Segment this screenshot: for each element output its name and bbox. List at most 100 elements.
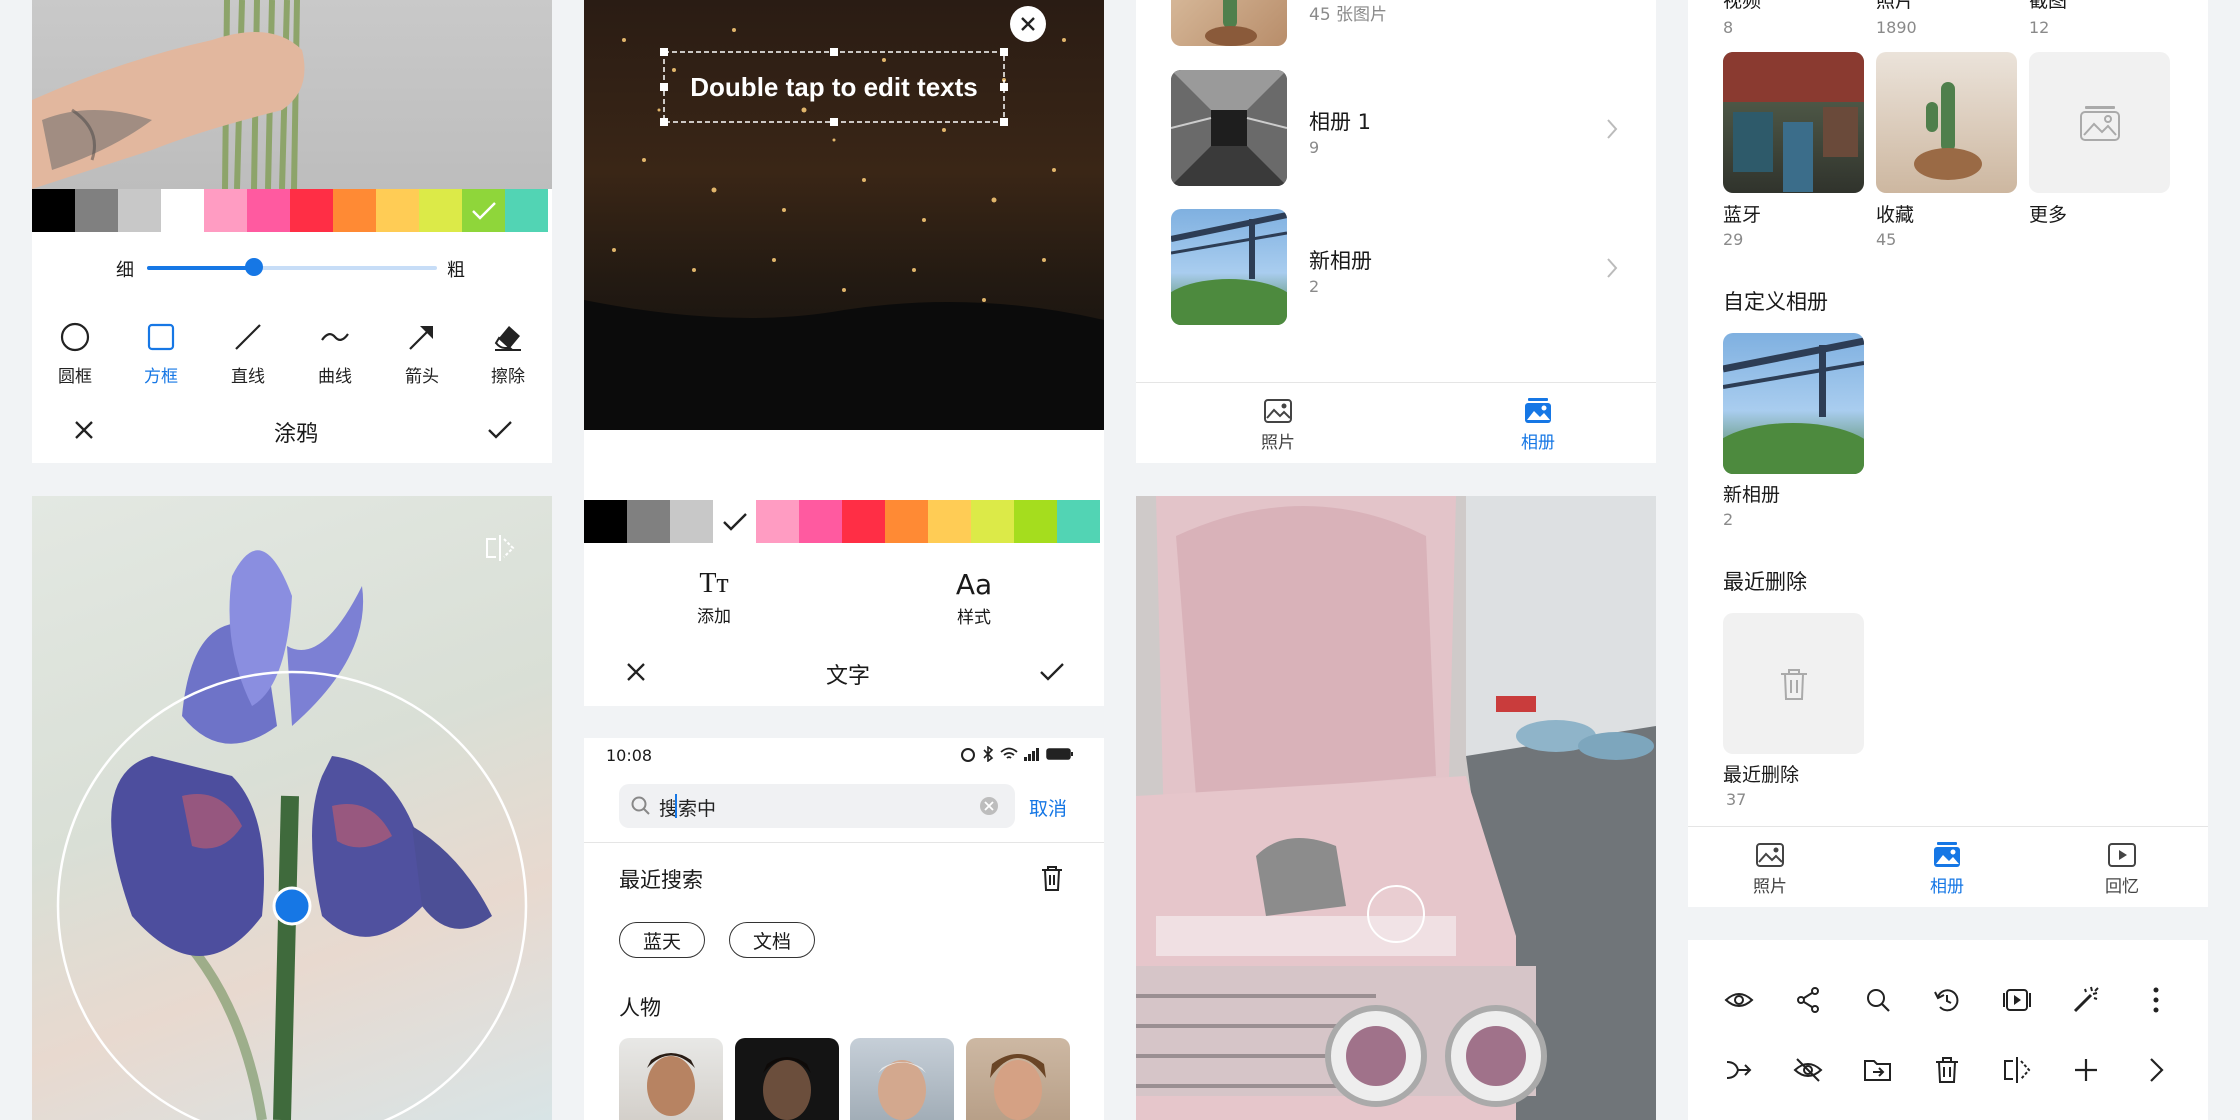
overlay-text[interactable]: Double tap to edit texts [664, 72, 1004, 103]
next-button[interactable] [2136, 1050, 2176, 1090]
color-swatch[interactable] [505, 189, 548, 232]
album-cover-new[interactable] [1723, 333, 1864, 474]
confirm-button[interactable] [480, 410, 520, 450]
album-count: 1890 [1876, 18, 1917, 37]
tool-curve[interactable]: 曲线 [300, 320, 370, 387]
tool-label: 擦除 [491, 367, 525, 387]
wifi-icon [1000, 747, 1018, 759]
restore-button[interactable] [1927, 980, 1967, 1020]
search-chip[interactable]: 蓝天 [619, 922, 705, 958]
color-swatch[interactable] [32, 189, 75, 232]
color-swatch[interactable] [928, 500, 971, 543]
compare-button[interactable] [1997, 1050, 2037, 1090]
close-icon [1021, 17, 1035, 31]
color-swatch[interactable] [419, 189, 462, 232]
search-query[interactable]: 搜索中 [659, 794, 716, 821]
tab-photos[interactable]: 照片 [1248, 398, 1308, 453]
view-button[interactable] [1719, 980, 1759, 1020]
album-cover-bluetooth[interactable] [1723, 52, 1864, 193]
color-swatch[interactable] [627, 500, 670, 543]
cactus-photo [1205, 0, 1257, 46]
color-swatch[interactable] [376, 189, 419, 232]
close-button[interactable] [64, 410, 104, 450]
delete-button[interactable] [1927, 1050, 1967, 1090]
search-field[interactable]: 搜索中 [619, 784, 1015, 828]
color-swatch[interactable] [118, 189, 161, 232]
brush-size-slider[interactable] [147, 258, 437, 276]
share-button[interactable] [1788, 980, 1828, 1020]
album-count: 2 [1309, 277, 1320, 296]
add-text-button[interactable]: Tт 添加 [674, 568, 754, 627]
color-swatch[interactable] [462, 189, 505, 232]
search-button[interactable] [1858, 980, 1898, 1020]
tab-label: 相册 [1930, 877, 1964, 897]
slideshow-icon [2003, 989, 2031, 1011]
tool-line[interactable]: 直线 [213, 320, 283, 387]
custom-albums-title: 自定义相册 [1723, 290, 1828, 314]
magic-wand-icon [2073, 986, 2099, 1013]
album-cover-deleted[interactable] [1723, 613, 1864, 754]
text-style-button[interactable]: Aa 样式 [934, 568, 1014, 628]
album-cover-more[interactable] [2029, 52, 2170, 193]
color-swatch[interactable] [247, 189, 290, 232]
eraser-icon [494, 326, 521, 351]
tool-square[interactable]: 方框 [126, 320, 196, 387]
color-swatch[interactable] [584, 500, 627, 543]
color-swatch[interactable] [75, 189, 118, 232]
color-swatch[interactable] [1057, 500, 1100, 543]
text-title: 文字 [826, 664, 871, 689]
text-add-icon: Tт [699, 568, 729, 599]
color-swatch[interactable] [971, 500, 1014, 543]
person-thumbnail[interactable] [735, 1038, 839, 1120]
color-swatch[interactable] [670, 500, 713, 543]
tab-albums[interactable]: 相册 [1508, 398, 1568, 453]
color-swatch[interactable] [885, 500, 928, 543]
color-swatch[interactable] [842, 500, 885, 543]
delete-text-button[interactable] [1010, 6, 1046, 42]
move-button[interactable] [1858, 1050, 1898, 1090]
person-photo [763, 1057, 811, 1120]
brush-size-knob[interactable] [245, 258, 264, 276]
person-thumbnail[interactable] [966, 1038, 1070, 1120]
clear-history-button[interactable] [1032, 858, 1072, 898]
add-button[interactable] [2066, 1050, 2106, 1090]
add-icon [2075, 1059, 2097, 1081]
album-cover-favorites[interactable] [1876, 52, 2017, 193]
color-swatch[interactable] [713, 500, 756, 543]
tab-photos[interactable]: 照片 [1740, 842, 1800, 897]
slideshow-button[interactable] [1997, 980, 2037, 1020]
clear-icon[interactable] [979, 796, 999, 816]
compare-toggle[interactable] [480, 528, 520, 568]
doodle-title: 涂鸦 [274, 422, 319, 447]
confirm-button[interactable] [1032, 652, 1072, 692]
person-thumbnail[interactable] [619, 1038, 723, 1120]
tab-memories[interactable]: 回忆 [2092, 842, 2152, 897]
tool-circle[interactable]: 圆框 [40, 320, 110, 387]
color-swatch[interactable] [333, 189, 376, 232]
tool-arrow[interactable]: 箭头 [387, 320, 457, 387]
color-swatch[interactable] [204, 189, 247, 232]
more-button[interactable] [2136, 980, 2176, 1020]
magic-button[interactable] [2066, 980, 2106, 1020]
color-swatch[interactable] [756, 500, 799, 543]
hide-button[interactable] [1788, 1050, 1828, 1090]
person-thumbnail[interactable] [850, 1038, 954, 1120]
close-button[interactable] [616, 652, 656, 692]
color-swatch[interactable] [290, 189, 333, 232]
merge-button[interactable] [1719, 1050, 1759, 1090]
compare-icon [2004, 1057, 2031, 1083]
tool-eraser[interactable]: 擦除 [473, 320, 543, 387]
tab-albums[interactable]: 相册 [1917, 842, 1977, 897]
color-swatch[interactable] [1014, 500, 1057, 543]
person-photo [647, 1053, 695, 1116]
hand-flowers-image [32, 0, 305, 189]
album-row[interactable]: 新相册 2 [1136, 209, 1656, 329]
cancel-button[interactable]: 取消 [1029, 794, 1067, 821]
color-swatch[interactable] [799, 500, 842, 543]
album-row[interactable]: 相册 1 9 [1136, 70, 1656, 190]
search-chip[interactable]: 文档 [729, 922, 815, 958]
chip-label: 文档 [752, 930, 791, 953]
album-cover[interactable] [1171, 0, 1287, 46]
tool-label: 直线 [231, 367, 265, 387]
color-swatch[interactable] [161, 189, 204, 232]
